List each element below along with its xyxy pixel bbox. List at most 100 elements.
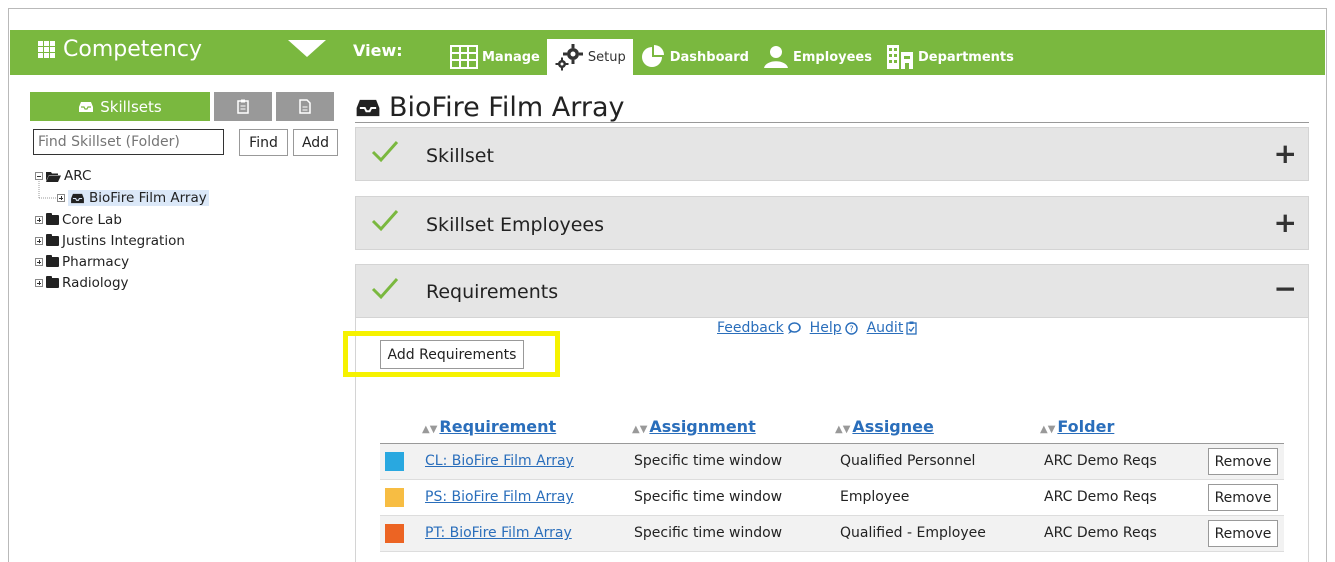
tree-node-justins-integration[interactable]: Justins Integration <box>35 231 185 251</box>
expand-plus-icon[interactable]: + <box>1274 206 1297 239</box>
add-requirements-button[interactable]: Add Requirements <box>380 340 524 369</box>
add-button[interactable]: Add <box>293 129 338 156</box>
tree-node-pharmacy[interactable]: Pharmacy <box>35 252 129 272</box>
grid-icon <box>38 41 55 58</box>
section-requirements[interactable]: Requirements − <box>355 264 1309 318</box>
requirement-link[interactable]: CL: BioFire Film Array <box>425 453 574 469</box>
table-row: CL: BioFire Film Array Specific time win… <box>380 444 1284 480</box>
expand-icon[interactable] <box>35 258 43 266</box>
tab-skillsets-label: Skillsets <box>100 97 162 116</box>
tree-node-biofire[interactable]: BioFire Film Array <box>57 188 209 208</box>
sort-icon: ▲▼ <box>1040 424 1056 435</box>
tab-skillsets[interactable]: Skillsets <box>30 92 210 121</box>
tab-clipboard[interactable] <box>214 92 272 121</box>
requirement-link[interactable]: PT: BioFire Film Array <box>425 525 572 541</box>
nav-departments-label: Departments <box>917 49 1014 65</box>
skillset-search-input[interactable] <box>33 129 224 155</box>
color-swatch <box>385 488 404 507</box>
section-label: Requirements <box>426 281 559 303</box>
column-header-assignee[interactable]: ▲▼ Assignee <box>835 417 934 436</box>
top-navigation-bar: Competency View: Manage Setup Dashboard … <box>10 30 1325 75</box>
title-divider <box>355 122 1309 123</box>
selected-node[interactable]: BioFire Film Array <box>68 190 209 206</box>
section-skillset[interactable]: Skillset + <box>355 127 1309 181</box>
tree-node-label: Radiology <box>62 275 129 291</box>
help-link[interactable]: Help ? <box>810 320 858 336</box>
folder-cell: ARC Demo Reqs <box>1044 489 1157 505</box>
tree-node-arc[interactable]: ARC <box>35 166 91 186</box>
inbox-icon <box>79 101 94 112</box>
user-icon <box>764 46 788 68</box>
section-skillset-employees[interactable]: Skillset Employees + <box>355 196 1309 250</box>
nav-employees-label: Employees <box>793 49 872 65</box>
assignment-cell: Specific time window <box>634 525 783 541</box>
nav-manage[interactable]: Manage <box>443 39 547 75</box>
assignee-cell: Qualified Personnel <box>840 453 976 469</box>
nav-dashboard[interactable]: Dashboard <box>633 39 756 75</box>
view-nav: Manage Setup Dashboard Employees Departm… <box>443 30 1021 75</box>
header-label: Requirement <box>439 417 557 436</box>
table-row: PS: BioFire Film Array Specific time win… <box>380 480 1284 516</box>
column-header-folder[interactable]: ▲▼ Folder <box>1040 417 1114 436</box>
app-menu-dropdown-icon[interactable] <box>288 40 326 57</box>
assignment-cell: Specific time window <box>634 489 783 505</box>
expand-plus-icon[interactable]: + <box>1274 137 1297 170</box>
tree-node-label: BioFire Film Array <box>89 190 207 206</box>
audit-link[interactable]: Audit <box>867 320 918 336</box>
nav-dashboard-label: Dashboard <box>669 49 749 65</box>
collapse-minus-icon[interactable]: − <box>1274 272 1297 305</box>
color-swatch <box>385 524 404 543</box>
sort-icon: ▲▼ <box>422 424 438 435</box>
page-title-label: BioFire Film Array <box>389 92 625 123</box>
inbox-icon <box>356 99 380 116</box>
tree-node-label: ARC <box>64 168 92 184</box>
nav-departments[interactable]: Departments <box>879 39 1021 75</box>
gears-icon <box>555 44 583 71</box>
assignee-cell: Employee <box>840 489 910 505</box>
nav-setup[interactable]: Setup <box>546 39 633 75</box>
sort-icon: ▲▼ <box>632 424 648 435</box>
clipboard-check-icon <box>906 321 917 335</box>
expand-icon[interactable] <box>35 237 43 245</box>
remove-button[interactable]: Remove <box>1208 484 1278 511</box>
sort-icon: ▲▼ <box>835 424 851 435</box>
app-title-label: Competency <box>63 37 202 62</box>
remove-button[interactable]: Remove <box>1208 520 1278 547</box>
remove-button[interactable]: Remove <box>1208 448 1278 475</box>
speech-bubble-icon <box>787 321 801 334</box>
header-label: Assignment <box>649 417 756 436</box>
expand-icon[interactable] <box>57 194 65 202</box>
section-label: Skillset <box>426 145 494 167</box>
folder-icon <box>46 255 59 267</box>
folder-icon <box>46 276 59 288</box>
tree-node-label: Core Lab <box>62 212 122 228</box>
app-title[interactable]: Competency <box>38 37 202 62</box>
table-row: PT: BioFire Film Array Specific time win… <box>380 516 1284 552</box>
section-label: Skillset Employees <box>426 214 604 236</box>
requirement-link[interactable]: PS: BioFire Film Array <box>425 489 574 505</box>
tree-node-core-lab[interactable]: Core Lab <box>35 210 122 230</box>
inbox-icon <box>71 193 84 203</box>
tree-node-radiology[interactable]: Radiology <box>35 273 129 293</box>
question-circle-icon: ? <box>844 321 858 335</box>
expand-icon[interactable] <box>35 216 43 224</box>
audit-label: Audit <box>866 320 904 336</box>
help-label: Help <box>809 320 842 336</box>
document-icon <box>299 99 311 114</box>
nav-employees[interactable]: Employees <box>756 39 879 75</box>
folder-cell: ARC Demo Reqs <box>1044 453 1157 469</box>
column-header-requirement[interactable]: ▲▼ Requirement <box>422 417 556 436</box>
find-button[interactable]: Find <box>239 129 288 156</box>
column-header-assignment[interactable]: ▲▼ Assignment <box>632 417 756 436</box>
nav-manage-label: Manage <box>482 49 540 65</box>
collapse-icon[interactable] <box>35 172 43 180</box>
table-icon <box>450 45 478 69</box>
check-icon <box>371 141 399 163</box>
folder-icon <box>46 213 59 225</box>
expand-icon[interactable] <box>35 279 43 287</box>
nav-setup-label: Setup <box>587 49 626 65</box>
tab-document[interactable] <box>276 92 334 121</box>
feedback-link[interactable]: Feedback <box>717 320 801 336</box>
tree-node-label: Justins Integration <box>62 233 185 249</box>
requirements-table-header: ▲▼ Requirement ▲▼ Assignment ▲▼ Assignee ▲▼… <box>380 415 1284 444</box>
